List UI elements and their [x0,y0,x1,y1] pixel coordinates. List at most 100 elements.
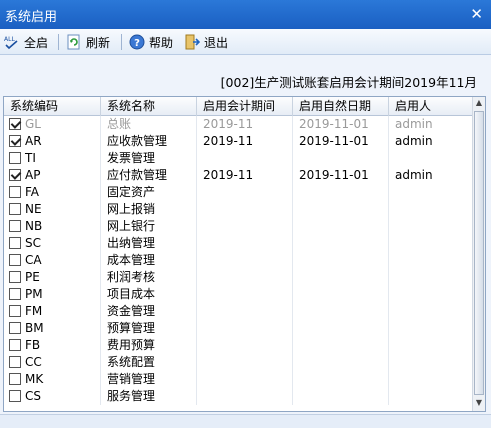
cell-period [197,252,293,269]
system-code: FA [25,185,40,199]
table-row[interactable]: CA 成本管理 [4,252,473,269]
cell-user: admin [389,116,473,133]
table-row[interactable]: AR 应收款管理 2019-11 2019-11-01 admin [4,133,473,150]
system-code: FM [25,304,43,318]
enable-checkbox[interactable] [9,220,21,232]
cell-code: PE [4,269,101,286]
vertical-scrollbar[interactable]: ▲ ▼ [472,97,485,411]
table-row[interactable]: BM 预算管理 [4,320,473,337]
enable-checkbox[interactable] [9,288,21,300]
cell-user [389,201,473,218]
cell-name: 服务管理 [101,388,197,405]
enable-checkbox[interactable] [9,152,21,164]
system-code: AP [25,168,41,182]
enable-checkbox[interactable] [9,186,21,198]
system-code: FB [25,338,41,352]
enable-checkbox[interactable] [9,339,21,351]
table-row[interactable]: PM 项目成本 [4,286,473,303]
system-code: MK [25,372,44,386]
cell-period [197,150,293,167]
select-all-button[interactable]: ALL 全启 [4,33,48,51]
cell-code: GL [4,116,101,133]
scroll-up-icon[interactable]: ▲ [473,97,485,109]
enable-checkbox[interactable] [9,169,21,181]
cell-user [389,235,473,252]
cell-code: FM [4,303,101,320]
account-period-heading: [002]生产测试账套启用会计期间2019年11月 [220,75,477,90]
cell-name: 出纳管理 [101,235,197,252]
table-row[interactable]: SC 出纳管理 [4,235,473,252]
table-row[interactable]: NE 网上报销 [4,201,473,218]
help-icon: ? [129,34,145,50]
system-code: PM [25,287,43,301]
toolbar: ALL 全启 刷新 ? 帮助 退出 [0,29,491,55]
table-row[interactable]: NB 网上银行 [4,218,473,235]
cell-user [389,252,473,269]
refresh-icon [67,34,80,50]
cell-period [197,303,293,320]
cell-date [293,354,389,371]
column-header-date[interactable]: 启用自然日期 [293,97,389,116]
cell-code: BM [4,320,101,337]
cell-user [389,303,473,320]
enable-checkbox[interactable] [9,271,21,283]
cell-user [389,388,473,405]
refresh-button[interactable]: 刷新 [66,33,110,51]
enable-checkbox[interactable] [9,322,21,334]
enable-checkbox[interactable] [9,237,21,249]
enable-checkbox[interactable] [9,254,21,266]
cell-user [389,184,473,201]
table-row[interactable]: CC 系统配置 [4,354,473,371]
table-row[interactable]: FB 费用预算 [4,337,473,354]
enable-checkbox[interactable] [9,203,21,215]
cell-code: TI [4,150,101,167]
table-row[interactable]: FA 固定资产 [4,184,473,201]
cell-name: 预算管理 [101,320,197,337]
title-bar: 系统启用 ✕ [0,0,491,29]
enable-checkbox[interactable] [9,305,21,317]
table-row[interactable]: TI 发票管理 [4,150,473,167]
table-row[interactable]: MK 营销管理 [4,371,473,388]
cell-user [389,354,473,371]
cell-user [389,337,473,354]
system-code: GL [25,117,41,131]
cell-date: 2019-11-01 [293,133,389,150]
cell-date: 2019-11-01 [293,116,389,133]
system-code: BM [25,321,44,335]
enable-checkbox[interactable] [9,373,21,385]
table-row[interactable]: PE 利润考核 [4,269,473,286]
cell-code: CS [4,388,101,405]
scroll-down-icon[interactable]: ▼ [473,397,485,409]
column-header-period[interactable]: 启用会计期间 [197,97,293,116]
table-row[interactable]: AP 应付款管理 2019-11 2019-11-01 admin [4,167,473,184]
column-header-code[interactable]: 系统编码 [4,97,101,116]
cell-name: 网上银行 [101,218,197,235]
enable-checkbox[interactable] [9,390,21,402]
cell-period [197,388,293,405]
enable-checkbox[interactable] [9,118,21,130]
cell-name: 应付款管理 [101,167,197,184]
table-row[interactable]: FM 资金管理 [4,303,473,320]
svg-text:ALL: ALL [4,36,15,43]
enable-checkbox[interactable] [9,135,21,147]
cell-user [389,320,473,337]
cell-name: 系统配置 [101,354,197,371]
cell-name: 成本管理 [101,252,197,269]
table-row[interactable]: GL 总账 2019-11 2019-11-01 admin [4,116,473,133]
svg-text:?: ? [134,38,140,49]
system-code: CA [25,253,42,267]
cell-date [293,235,389,252]
column-header-name[interactable]: 系统名称 [101,97,197,116]
cell-date [293,371,389,388]
enable-checkbox[interactable] [9,356,21,368]
scroll-thumb[interactable] [474,111,484,395]
column-header-user[interactable]: 启用人 [389,97,473,116]
cell-name: 项目成本 [101,286,197,303]
exit-button[interactable]: 退出 [184,33,228,51]
system-code: AR [25,134,42,148]
close-icon[interactable]: ✕ [470,5,483,23]
help-button[interactable]: ? 帮助 [129,33,173,51]
cell-code: MK [4,371,101,388]
table-row[interactable]: CS 服务管理 [4,388,473,405]
cell-code: NB [4,218,101,235]
